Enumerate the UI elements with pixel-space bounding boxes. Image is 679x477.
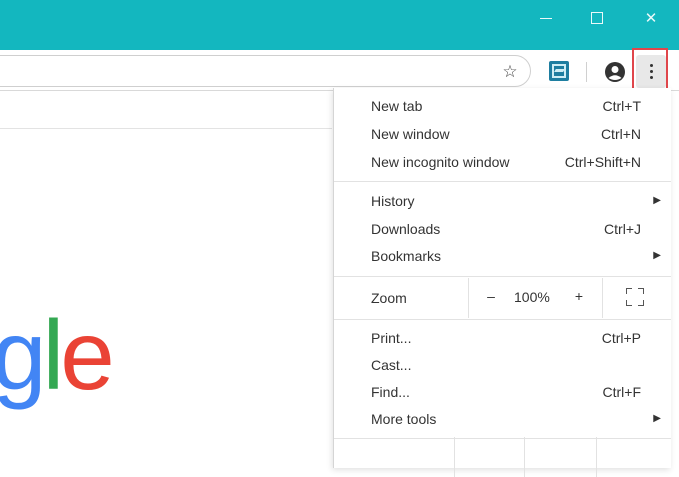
maximize-icon <box>591 12 603 24</box>
menu-item-label: History <box>371 193 415 209</box>
menu-separator <box>334 276 671 277</box>
close-button[interactable]: ✕ <box>636 6 666 30</box>
kebab-dot <box>649 76 653 79</box>
edit-divider <box>524 437 525 477</box>
minimize-icon <box>540 17 552 19</box>
edit-row <box>334 437 671 477</box>
zoom-level: 100% <box>514 289 550 305</box>
menu-item-shortcut: Ctrl+Shift+N <box>564 154 641 170</box>
logo-letter-l: l <box>42 300 65 410</box>
menu-item-label: New incognito window <box>371 154 510 170</box>
menu-item-shortcut: Ctrl+J <box>604 221 641 237</box>
edit-divider <box>596 437 597 477</box>
menu-item-shortcut: Ctrl+T <box>602 98 642 114</box>
menu-item-new-incognito-window[interactable]: New incognito window Ctrl+Shift+N <box>334 149 671 176</box>
menu-item-downloads[interactable]: Downloads Ctrl+J <box>334 216 671 243</box>
menu-separator <box>334 181 671 182</box>
zoom-divider <box>468 278 469 318</box>
fullscreen-icon[interactable] <box>626 288 644 306</box>
google-logo: gle <box>0 306 115 404</box>
submenu-arrow-icon: ▶ <box>653 195 661 206</box>
minimize-button[interactable] <box>531 6 561 30</box>
menu-item-label: Cast... <box>371 357 412 373</box>
browser-toolbar <box>0 50 679 91</box>
zoom-label: Zoom <box>371 290 407 306</box>
zoom-row: Zoom – 100% + <box>334 278 671 318</box>
submenu-arrow-icon: ▶ <box>653 250 661 261</box>
menu-item-label: Find... <box>371 384 410 400</box>
zoom-divider <box>602 278 603 318</box>
menu-item-label: New tab <box>371 98 423 114</box>
menu-item-new-window[interactable]: New window Ctrl+N <box>334 121 671 148</box>
close-icon: ✕ <box>644 10 658 27</box>
toolbar-divider <box>586 62 587 82</box>
menu-item-cast[interactable]: Cast... <box>334 352 671 379</box>
chrome-menu: New tab Ctrl+T New window Ctrl+N New inc… <box>333 88 671 477</box>
edit-divider <box>454 437 455 477</box>
menu-item-shortcut: Ctrl+F <box>602 384 642 400</box>
zoom-in-button[interactable]: + <box>572 288 586 304</box>
menu-item-label: Downloads <box>371 221 441 237</box>
maximize-button[interactable] <box>582 6 612 30</box>
menu-item-new-tab[interactable]: New tab Ctrl+T <box>334 93 671 120</box>
bookmark-star-icon[interactable]: ☆ <box>498 60 522 84</box>
menu-item-shortcut: Ctrl+P <box>601 330 641 346</box>
menu-item-print[interactable]: Print... Ctrl+P <box>334 325 671 352</box>
page-header-strip <box>0 91 332 129</box>
menu-item-find[interactable]: Find... Ctrl+F <box>334 379 671 406</box>
menu-separator <box>334 319 671 320</box>
menu-item-label: More tools <box>371 411 437 427</box>
menu-item-label: Bookmarks <box>371 248 442 264</box>
menu-item-history[interactable]: History ▶ <box>334 188 671 215</box>
submenu-arrow-icon: ▶ <box>653 413 661 424</box>
address-bar[interactable] <box>0 55 531 87</box>
zoom-out-button[interactable]: – <box>484 288 498 304</box>
kebab-dot <box>649 64 653 67</box>
title-bar <box>0 0 679 50</box>
menu-item-label: Print... <box>371 330 412 346</box>
menu-item-more-tools[interactable]: More tools ▶ <box>334 406 671 433</box>
menu-item-bookmarks[interactable]: Bookmarks ▶ <box>334 243 671 270</box>
logo-letter-g: g <box>0 300 46 410</box>
logo-letter-e: e <box>60 300 114 410</box>
kebab-dot <box>649 70 653 73</box>
menu-kebab-button[interactable] <box>636 55 666 88</box>
menu-item-label: New window <box>371 126 450 142</box>
extension-icon[interactable] <box>549 61 569 81</box>
menu-item-shortcut: Ctrl+N <box>600 126 641 142</box>
account-icon[interactable] <box>604 61 626 83</box>
